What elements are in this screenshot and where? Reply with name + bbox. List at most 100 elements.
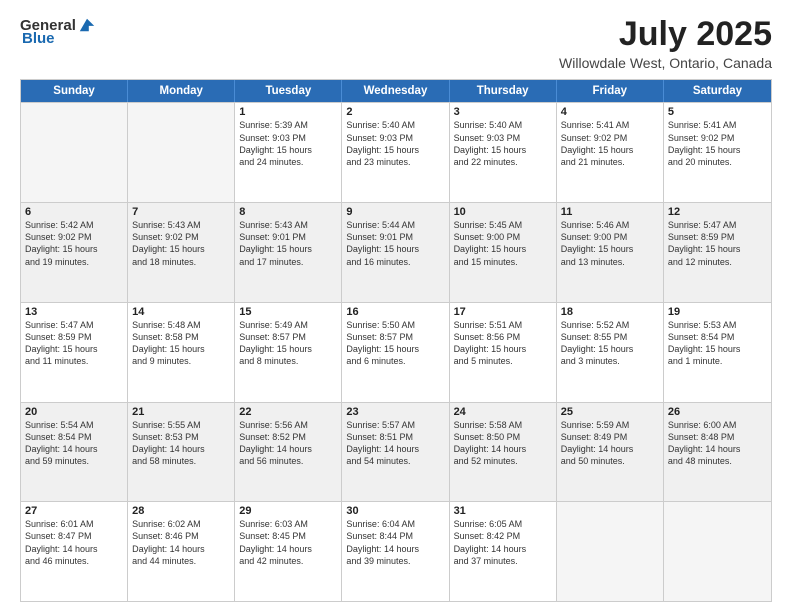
cell-line: Sunset: 8:45 PM (239, 530, 337, 542)
cell-line: and 16 minutes. (346, 256, 444, 268)
day-number: 29 (239, 505, 337, 517)
calendar-cell: 14Sunrise: 5:48 AMSunset: 8:58 PMDayligh… (128, 303, 235, 402)
calendar-cell: 4Sunrise: 5:41 AMSunset: 9:02 PMDaylight… (557, 103, 664, 202)
cell-line: Sunset: 8:58 PM (132, 331, 230, 343)
cell-line: Sunset: 8:49 PM (561, 431, 659, 443)
cell-line: Sunrise: 5:47 AM (668, 219, 767, 231)
cell-line: Sunrise: 5:46 AM (561, 219, 659, 231)
cell-line: Sunset: 8:55 PM (561, 331, 659, 343)
cell-line: Sunrise: 5:49 AM (239, 319, 337, 331)
day-number: 27 (25, 505, 123, 517)
cell-line: and 24 minutes. (239, 156, 337, 168)
cell-line: Sunset: 8:54 PM (668, 331, 767, 343)
cell-line: Sunset: 8:52 PM (239, 431, 337, 443)
logo-blue: Blue (22, 30, 55, 47)
cell-line: Sunset: 8:59 PM (25, 331, 123, 343)
cell-line: Daylight: 14 hours (132, 443, 230, 455)
cell-line: Daylight: 15 hours (239, 343, 337, 355)
cell-line: Sunset: 9:01 PM (239, 231, 337, 243)
cell-line: Sunset: 8:46 PM (132, 530, 230, 542)
cell-line: Daylight: 14 hours (454, 443, 552, 455)
cell-line: Daylight: 15 hours (132, 243, 230, 255)
cell-line: and 19 minutes. (25, 256, 123, 268)
day-number: 6 (25, 206, 123, 218)
cell-line: Sunrise: 5:55 AM (132, 419, 230, 431)
subtitle: Willowdale West, Ontario, Canada (559, 55, 772, 71)
calendar-cell: 30Sunrise: 6:04 AMSunset: 8:44 PMDayligh… (342, 502, 449, 601)
calendar-header-cell: Wednesday (342, 80, 449, 102)
calendar-cell: 2Sunrise: 5:40 AMSunset: 9:03 PMDaylight… (342, 103, 449, 202)
calendar-cell: 7Sunrise: 5:43 AMSunset: 9:02 PMDaylight… (128, 203, 235, 302)
cell-line: Sunrise: 6:04 AM (346, 518, 444, 530)
cell-line: Daylight: 15 hours (25, 243, 123, 255)
cell-line: Sunrise: 5:52 AM (561, 319, 659, 331)
cell-line: Daylight: 15 hours (239, 243, 337, 255)
cell-line: Daylight: 15 hours (668, 144, 767, 156)
day-number: 22 (239, 406, 337, 418)
cell-line: and 59 minutes. (25, 455, 123, 467)
cell-line: Sunrise: 6:02 AM (132, 518, 230, 530)
cell-line: and 56 minutes. (239, 455, 337, 467)
cell-line: Sunset: 8:56 PM (454, 331, 552, 343)
cell-line: and 6 minutes. (346, 355, 444, 367)
calendar-cell: 19Sunrise: 5:53 AMSunset: 8:54 PMDayligh… (664, 303, 771, 402)
cell-line: Daylight: 14 hours (239, 443, 337, 455)
day-number: 16 (346, 306, 444, 318)
cell-line: Sunset: 9:00 PM (561, 231, 659, 243)
cell-line: and 52 minutes. (454, 455, 552, 467)
day-number: 26 (668, 406, 767, 418)
day-number: 19 (668, 306, 767, 318)
calendar-cell: 17Sunrise: 5:51 AMSunset: 8:56 PMDayligh… (450, 303, 557, 402)
calendar-cell: 15Sunrise: 5:49 AMSunset: 8:57 PMDayligh… (235, 303, 342, 402)
cell-line: Sunrise: 5:45 AM (454, 219, 552, 231)
cell-line: Sunrise: 5:51 AM (454, 319, 552, 331)
cell-line: Sunrise: 5:54 AM (25, 419, 123, 431)
day-number: 17 (454, 306, 552, 318)
cell-line: Sunset: 9:03 PM (454, 132, 552, 144)
calendar-row: 6Sunrise: 5:42 AMSunset: 9:02 PMDaylight… (21, 202, 771, 302)
cell-line: Sunrise: 5:57 AM (346, 419, 444, 431)
cell-line: Sunrise: 5:48 AM (132, 319, 230, 331)
cell-line: Sunrise: 5:41 AM (561, 119, 659, 131)
cell-line: Sunset: 9:02 PM (561, 132, 659, 144)
cell-line: Sunrise: 5:43 AM (132, 219, 230, 231)
cell-line: Daylight: 15 hours (561, 144, 659, 156)
cell-line: Sunrise: 5:41 AM (668, 119, 767, 131)
calendar-cell: 26Sunrise: 6:00 AMSunset: 8:48 PMDayligh… (664, 403, 771, 502)
day-number: 15 (239, 306, 337, 318)
cell-line: Sunset: 8:53 PM (132, 431, 230, 443)
cell-line: Sunset: 9:00 PM (454, 231, 552, 243)
cell-line: Daylight: 14 hours (346, 443, 444, 455)
cell-line: Sunrise: 5:53 AM (668, 319, 767, 331)
cell-line: Daylight: 14 hours (454, 543, 552, 555)
cell-line: and 12 minutes. (668, 256, 767, 268)
cell-line: Daylight: 15 hours (25, 343, 123, 355)
cell-line: and 44 minutes. (132, 555, 230, 567)
title-block: July 2025 Willowdale West, Ontario, Cana… (559, 16, 772, 71)
calendar-cell: 1Sunrise: 5:39 AMSunset: 9:03 PMDaylight… (235, 103, 342, 202)
cell-line: Sunrise: 5:56 AM (239, 419, 337, 431)
cell-line: Daylight: 15 hours (561, 343, 659, 355)
cell-line: Daylight: 15 hours (454, 343, 552, 355)
cell-line: Daylight: 14 hours (668, 443, 767, 455)
cell-line: Daylight: 15 hours (668, 243, 767, 255)
cell-line: Daylight: 15 hours (561, 243, 659, 255)
cell-line: Sunset: 8:57 PM (346, 331, 444, 343)
cell-line: and 3 minutes. (561, 355, 659, 367)
calendar-cell (664, 502, 771, 601)
calendar-header-cell: Monday (128, 80, 235, 102)
calendar-cell: 11Sunrise: 5:46 AMSunset: 9:00 PMDayligh… (557, 203, 664, 302)
calendar-cell (557, 502, 664, 601)
calendar-cell: 21Sunrise: 5:55 AMSunset: 8:53 PMDayligh… (128, 403, 235, 502)
calendar-cell: 20Sunrise: 5:54 AMSunset: 8:54 PMDayligh… (21, 403, 128, 502)
cell-line: Sunset: 9:01 PM (346, 231, 444, 243)
calendar-row: 27Sunrise: 6:01 AMSunset: 8:47 PMDayligh… (21, 501, 771, 601)
cell-line: and 1 minute. (668, 355, 767, 367)
cell-line: Daylight: 14 hours (561, 443, 659, 455)
cell-line: Sunrise: 5:39 AM (239, 119, 337, 131)
cell-line: and 50 minutes. (561, 455, 659, 467)
day-number: 25 (561, 406, 659, 418)
cell-line: and 20 minutes. (668, 156, 767, 168)
calendar-cell: 25Sunrise: 5:59 AMSunset: 8:49 PMDayligh… (557, 403, 664, 502)
calendar-cell: 13Sunrise: 5:47 AMSunset: 8:59 PMDayligh… (21, 303, 128, 402)
